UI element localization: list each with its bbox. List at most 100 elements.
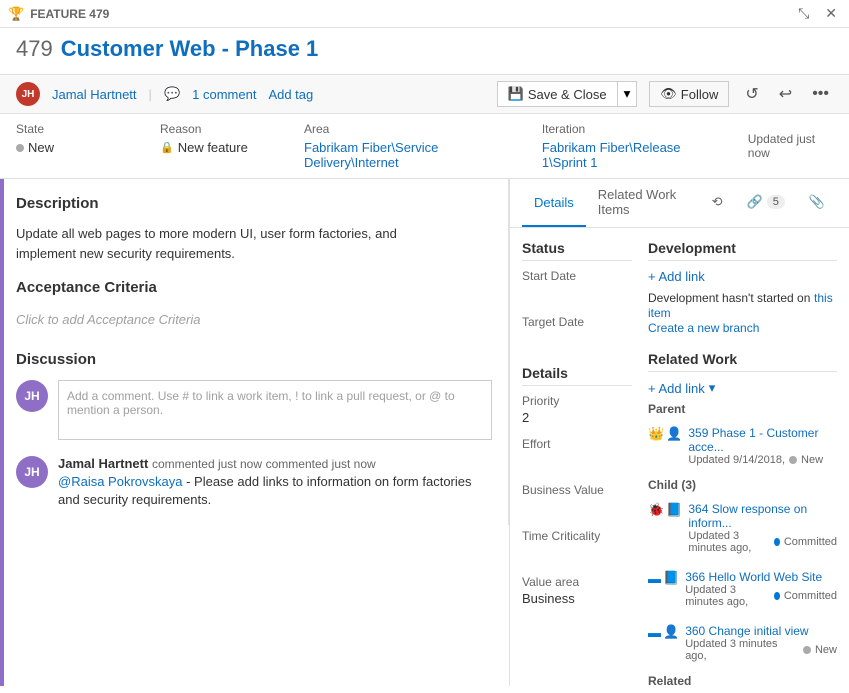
save-dropdown-button[interactable]: ▾ [618,81,638,107]
refresh-button[interactable]: ↺ [741,82,762,106]
dev-info: Development hasn't started on this item [648,290,837,320]
child3-icon1: ▬ [648,625,661,640]
minimize-button[interactable]: ⤡ [794,3,813,24]
tab-details[interactable]: Details [522,179,586,227]
eye-icon: 👁 [660,86,677,102]
child2-icon1: ▬ [648,571,661,586]
mention[interactable]: @Raisa Pokrovskaya [58,474,182,489]
related-work-title: Related Work [648,351,837,372]
tab-related-work-items[interactable]: Related Work Items [586,179,700,227]
child1-name[interactable]: 364 Slow response on inform... [688,502,837,530]
follow-button[interactable]: 👁 Follow [649,81,729,107]
iteration-field: Iteration Fabrikam Fiber\Release 1\Sprin… [542,122,724,170]
child3-name[interactable]: 360 Change initial view [685,624,837,638]
parent-name[interactable]: 359 Phase 1 - Customer acce... [688,426,837,454]
child3-details: 360 Change initial view Updated 3 minute… [685,624,837,662]
comment-count[interactable]: 1 comment [192,87,256,102]
save-close-button[interactable]: 💾 Save & Close [497,81,618,107]
start-date-value[interactable] [522,285,632,303]
undo-button[interactable]: ↩ [775,82,796,106]
child1-meta: Updated 3 minutes ago, Committed [688,530,837,554]
status-section: Status Start Date Target Date [522,240,632,349]
target-date-field: Target Date [522,315,632,349]
child2-details: 366 Hello World Web Site Updated 3 minut… [685,570,837,608]
add-tag-button[interactable]: Add tag [268,87,313,102]
related-label: Related [648,674,837,686]
iteration-label: Iteration [542,122,724,136]
comment-timestamp: commented just now [152,457,262,471]
right-columns: Status Start Date Target Date Details [522,240,837,686]
target-date-value[interactable] [522,331,632,349]
effort-field: Effort [522,437,632,471]
parent-icon2: 👤 [666,426,682,442]
state-dot [16,144,24,152]
comment-item: JH Jamal Hartnett commented just now com… [16,456,492,509]
business-value-value[interactable] [522,499,632,517]
main-header: 479 Customer Web - Phase 1 [0,28,849,75]
lock-icon: 🔒 [160,141,174,154]
left-panel: Description Update all web pages to more… [0,179,509,525]
start-date-label: Start Date [522,269,632,283]
more-options-button[interactable]: ••• [808,83,833,105]
reason-field: Reason 🔒 New feature [160,122,280,155]
link-icon: 🔗 [747,194,763,210]
create-branch-link[interactable]: Create a new branch [648,321,759,335]
priority-field: Priority 2 [522,394,632,425]
history-icon: ⟲ [712,194,723,210]
title-bar-left: 🏆 FEATURE 479 [8,6,109,22]
value-area-value[interactable]: Business [522,591,632,606]
commenter-name: Jamal Hartnett [58,456,148,471]
item-number: 479 [16,36,53,62]
tab-links[interactable]: 🔗 5 [735,179,797,227]
comment-input[interactable]: Add a comment. Use # to link a work item… [58,380,492,440]
related-add-link-button[interactable]: + Add link ▾ [648,380,715,396]
child1-icons: 🐞 📘 [648,502,682,518]
tab-attachments[interactable]: 📎 [797,179,837,227]
current-user-avatar: JH [16,380,48,412]
effort-label: Effort [522,437,632,451]
state-label: State [16,122,136,136]
child2-status-dot [774,592,780,600]
discussion-input-area: JH Add a comment. Use # to link a work i… [16,380,492,440]
parent-icons: 👑 👤 [648,426,682,442]
start-date-field: Start Date [522,269,632,303]
child-item-360: ▬ 👤 360 Change initial view Updated 3 mi… [648,620,837,666]
priority-label: Priority [522,394,632,408]
close-button[interactable]: ✕ [821,3,841,24]
child-label: Child (3) [648,478,837,492]
child3-status-dot [803,646,811,654]
comment-header: Jamal Hartnett commented just now commen… [58,456,492,471]
priority-value[interactable]: 2 [522,410,632,425]
comment-icon: 💬 [164,86,180,102]
item-title[interactable]: Customer Web - Phase 1 [61,36,319,62]
area-value[interactable]: Fabrikam Fiber\Service Delivery\Internet [304,140,518,170]
child1-details: 364 Slow response on inform... Updated 3… [688,502,837,554]
time-criticality-field: Time Criticality [522,529,632,563]
work-item-title: 479 Customer Web - Phase 1 [16,36,833,62]
value-area-label: Value area [522,575,632,589]
comment-text: @Raisa Pokrovskaya - Please add links to… [58,473,492,509]
feature-icon: 🏆 [8,6,24,22]
child3-icons: ▬ 👤 [648,624,679,640]
discussion-title: Discussion [16,351,492,368]
dev-add-link-button[interactable]: + Add link [648,269,705,284]
parent-status-dot [789,456,797,464]
acceptance-criteria-section: Acceptance Criteria Click to add Accepta… [16,279,492,331]
time-criticality-value[interactable] [522,545,632,563]
tab-history[interactable]: ⟲ [700,179,735,227]
child-item-366: ▬ 📘 366 Hello World Web Site Updated 3 m… [648,566,837,612]
iteration-value[interactable]: Fabrikam Fiber\Release 1\Sprint 1 [542,140,724,170]
area-field: Area Fabrikam Fiber\Service Delivery\Int… [304,122,518,170]
details-section: Details Priority 2 Effort Business Value [522,365,632,606]
content-area: Description Update all web pages to more… [0,179,849,686]
assignee-link[interactable]: Jamal Hartnett [52,87,137,102]
related-work-section: Related Work + Add link ▾ Parent 👑 👤 [648,351,837,686]
title-bar: 🏆 FEATURE 479 ⤡ ✕ [0,0,849,28]
effort-value[interactable] [522,453,632,471]
acceptance-criteria-input[interactable]: Click to add Acceptance Criteria [16,308,492,331]
parent-icon1: 👑 [648,426,664,442]
child1-icon1: 🐞 [648,502,664,518]
title-bar-label: FEATURE 479 [30,7,109,21]
discussion-section: Discussion JH Add a comment. Use # to li… [16,351,492,509]
child2-name[interactable]: 366 Hello World Web Site [685,570,837,584]
